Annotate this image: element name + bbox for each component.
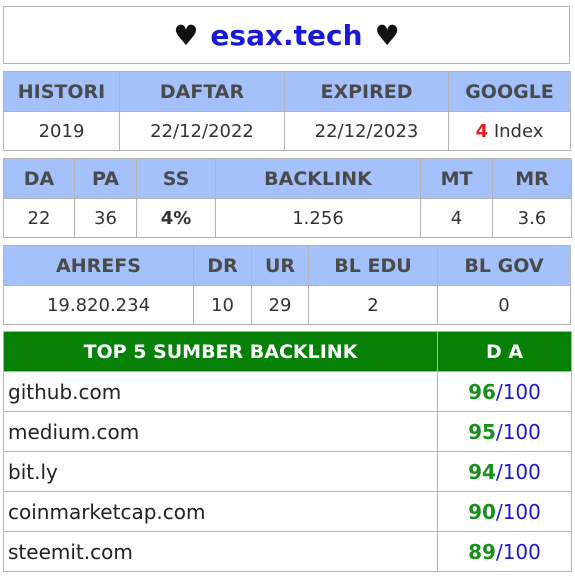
backlink-header: BACKLINK xyxy=(215,158,421,199)
heart-left-icon: ♥ xyxy=(173,18,199,52)
google-header: GOOGLE xyxy=(448,71,571,112)
pa-header: PA xyxy=(74,158,137,199)
da-header: DA xyxy=(3,158,75,199)
site-name[interactable]: esax.tech xyxy=(210,19,362,52)
bl-gov-value: 0 xyxy=(437,285,571,325)
backlink-da: 95/100 xyxy=(437,411,572,452)
histori-value: 2019 xyxy=(3,111,120,151)
bl-edu-header: BL EDU xyxy=(308,245,438,286)
mr-header: MR xyxy=(492,158,572,199)
da-max: /100 xyxy=(495,459,541,484)
heart-right-icon: ♥ xyxy=(374,18,400,52)
da-value: 22 xyxy=(3,198,75,238)
expired-value: 22/12/2023 xyxy=(284,111,449,151)
histori-header: HISTORI xyxy=(3,71,120,112)
table-row: steemit.com 89/100 xyxy=(3,531,572,572)
backlink-domain[interactable]: steemit.com xyxy=(3,531,438,572)
top-backlinks-table: TOP 5 SUMBER BACKLINK D A github.com 96/… xyxy=(3,331,572,572)
da-score: 94 xyxy=(468,459,496,484)
google-index-label: Index xyxy=(493,120,544,142)
backlink-da: 89/100 xyxy=(437,531,572,572)
da-column-header: D A xyxy=(437,331,572,372)
daftar-value: 22/12/2022 xyxy=(119,111,285,151)
backlink-da: 90/100 xyxy=(437,491,572,532)
da-max: /100 xyxy=(495,539,541,564)
backlink-domain[interactable]: github.com xyxy=(3,371,438,412)
authority-metrics-table: DA PA SS BACKLINK MT MR 22 36 4% 1.256 4… xyxy=(3,158,572,238)
mt-header: MT xyxy=(420,158,493,199)
mt-value: 4 xyxy=(420,198,493,238)
backlink-domain[interactable]: bit.ly xyxy=(3,451,438,492)
ss-header: SS xyxy=(136,158,216,199)
mr-value: 3.6 xyxy=(492,198,572,238)
ahrefs-metrics-table: AHREFS DR UR BL EDU BL GOV 19.820.234 10… xyxy=(3,245,571,325)
site-title-banner: ♥ esax.tech ♥ xyxy=(3,6,570,64)
expired-header: EXPIRED xyxy=(284,71,449,112)
ahrefs-header: AHREFS xyxy=(3,245,194,286)
ss-value: 4% xyxy=(136,198,216,238)
backlink-domain[interactable]: coinmarketcap.com xyxy=(3,491,438,532)
da-score: 89 xyxy=(468,539,496,564)
pa-value: 36 xyxy=(74,198,137,238)
table-row: bit.ly 94/100 xyxy=(3,451,572,492)
top-sources-header: TOP 5 SUMBER BACKLINK xyxy=(3,331,438,372)
google-index-cell: 4 Index xyxy=(448,111,571,151)
ur-header: UR xyxy=(251,245,309,286)
backlink-value: 1.256 xyxy=(215,198,421,238)
table-row: coinmarketcap.com 90/100 xyxy=(3,491,572,532)
da-score: 95 xyxy=(468,419,496,444)
da-max: /100 xyxy=(495,499,541,524)
da-score: 90 xyxy=(468,499,496,524)
backlink-domain[interactable]: medium.com xyxy=(3,411,438,452)
ahrefs-value: 19.820.234 xyxy=(3,285,194,325)
da-max: /100 xyxy=(495,379,541,404)
backlink-da: 96/100 xyxy=(437,371,572,412)
dr-value: 10 xyxy=(193,285,252,325)
daftar-header: DAFTAR xyxy=(119,71,285,112)
table-row: medium.com 95/100 xyxy=(3,411,572,452)
bl-edu-value: 2 xyxy=(308,285,438,325)
table-row: github.com 96/100 xyxy=(3,371,572,412)
bl-gov-header: BL GOV xyxy=(437,245,571,286)
ur-value: 29 xyxy=(251,285,309,325)
backlink-da: 94/100 xyxy=(437,451,572,492)
dr-header: DR xyxy=(193,245,252,286)
da-score: 96 xyxy=(468,379,496,404)
da-max: /100 xyxy=(495,419,541,444)
domain-info-table: HISTORI DAFTAR EXPIRED GOOGLE 2019 22/12… xyxy=(3,71,571,151)
google-index-count: 4 xyxy=(475,120,489,142)
